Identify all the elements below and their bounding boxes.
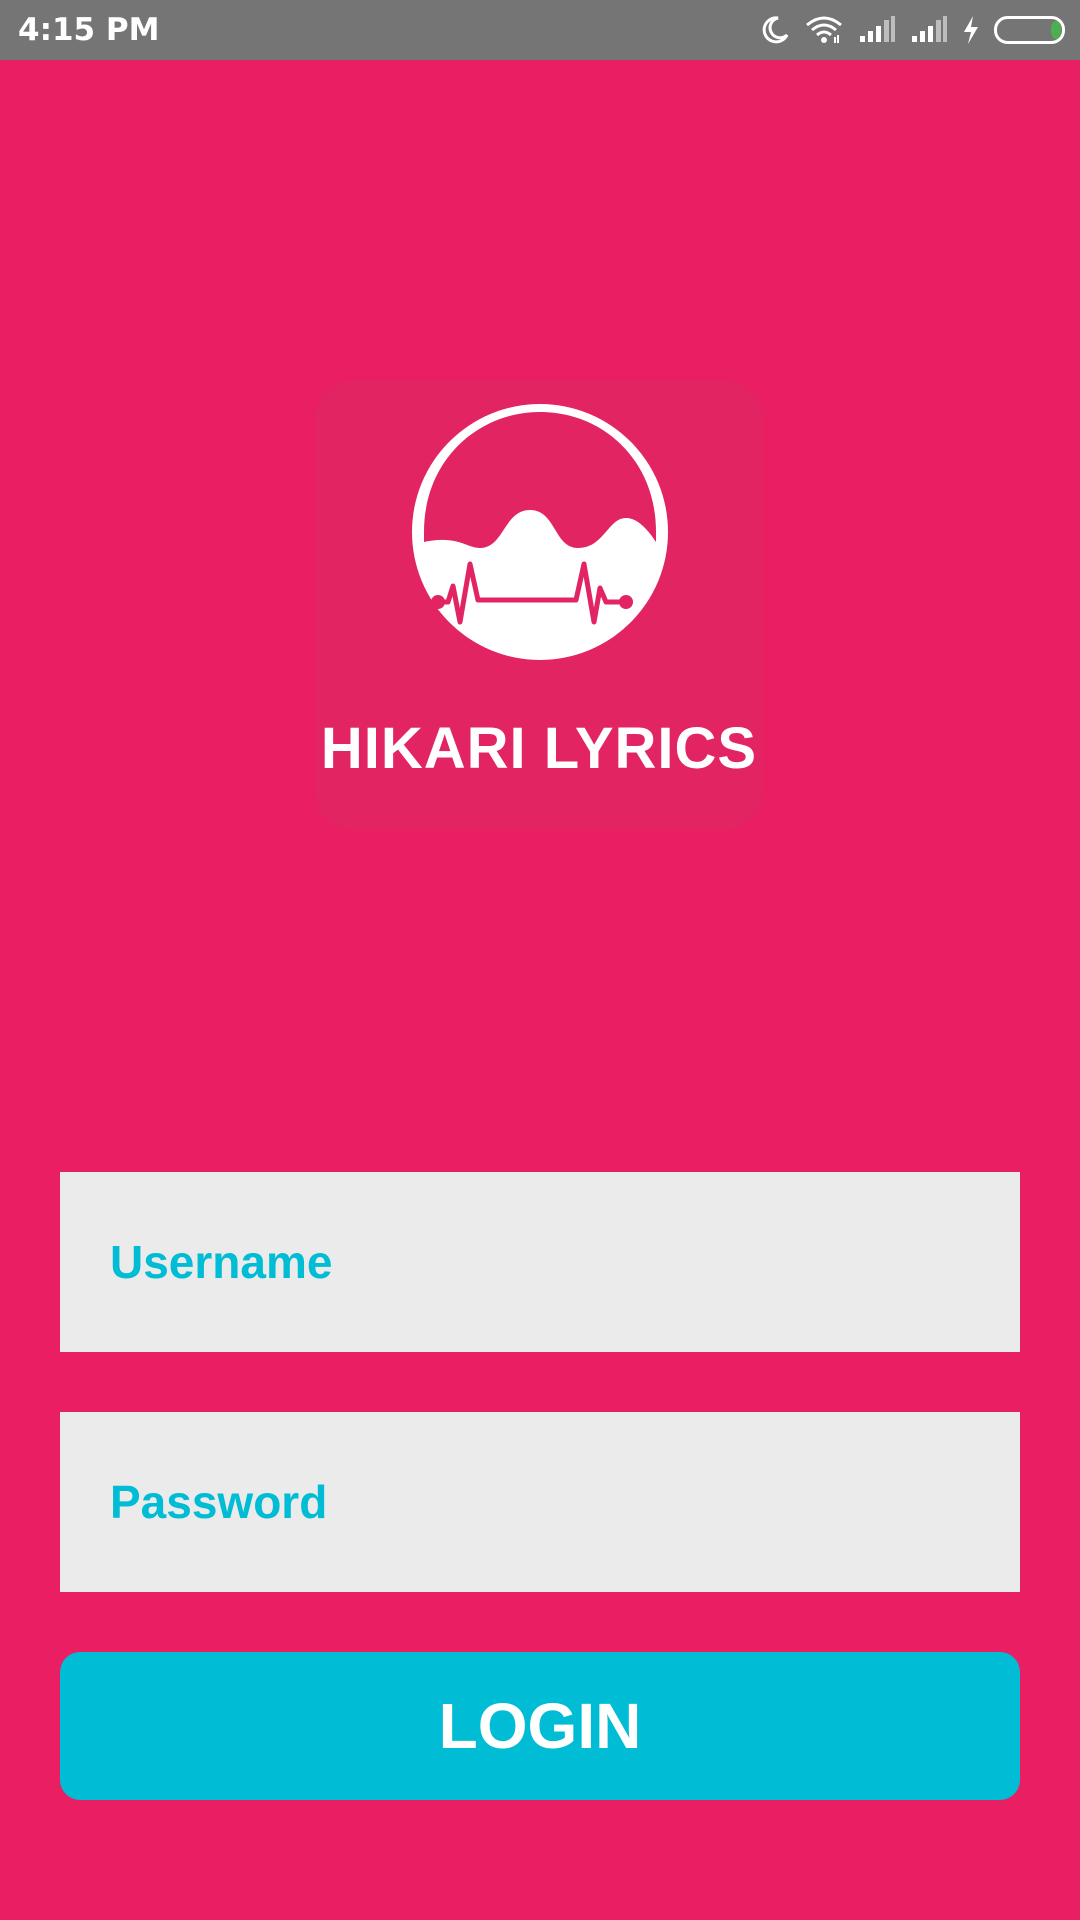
password-field[interactable]	[60, 1412, 1020, 1592]
app-title: HIKARI LYRICS	[320, 716, 758, 781]
status-icons	[760, 12, 1066, 48]
moon-icon	[760, 15, 790, 45]
signal-icon	[910, 16, 948, 44]
charging-icon	[962, 15, 980, 45]
logo-card: HIKARI LYRICS	[315, 380, 763, 830]
password-input[interactable]	[108, 1474, 992, 1530]
status-bar: 4:15 PM	[0, 0, 1080, 60]
signal-icon	[858, 16, 896, 44]
username-field[interactable]	[60, 1172, 1020, 1352]
battery-icon	[994, 15, 1066, 45]
login-button[interactable]: LOGIN	[60, 1652, 1020, 1800]
status-time: 4:15 PM	[18, 12, 160, 48]
username-input[interactable]	[108, 1234, 992, 1290]
login-screen: HIKARI LYRICS LOGIN	[0, 60, 1080, 1920]
wifi-icon	[804, 15, 844, 45]
hikari-lyrics-logo-icon	[412, 404, 668, 660]
